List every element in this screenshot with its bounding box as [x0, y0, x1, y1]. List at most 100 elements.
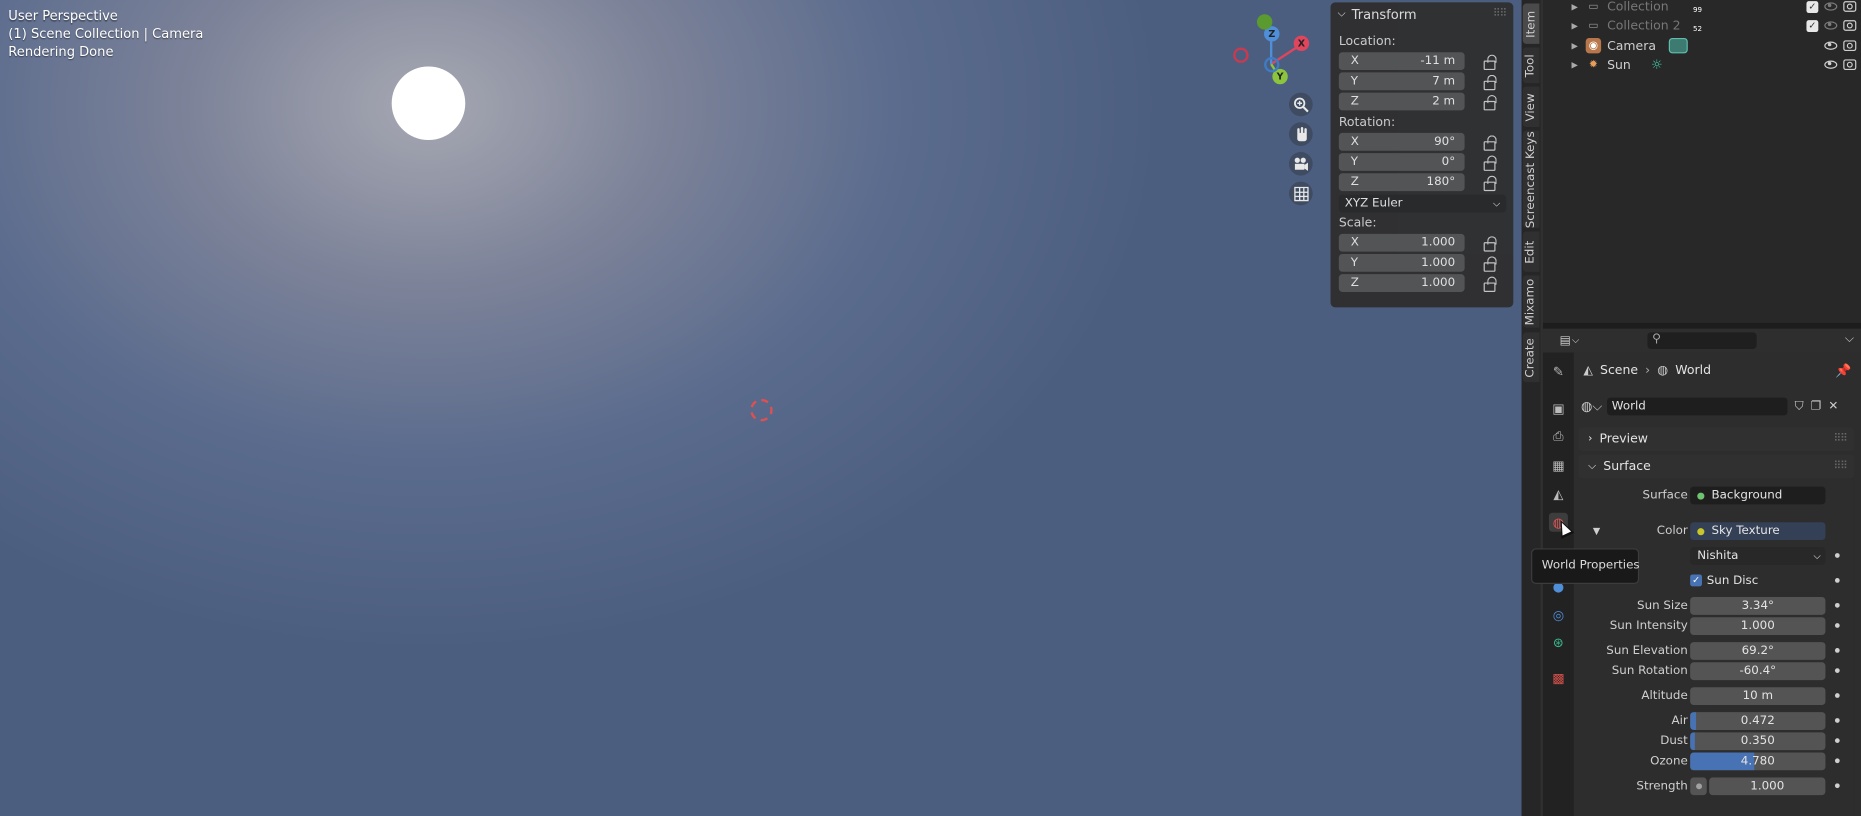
ozone-slider[interactable]: 4.780	[1690, 751, 1826, 770]
drag-handle-icon[interactable]: ⠿⠿	[1493, 8, 1507, 20]
sun-disc-checkbox[interactable]: ✓ Sun Disc	[1690, 574, 1758, 587]
keyframe-dot-icon[interactable]	[1834, 738, 1840, 743]
drag-handle-icon[interactable]: ⠿⠿	[1834, 461, 1848, 473]
dust-slider[interactable]: 0.350	[1690, 731, 1826, 750]
eye-icon[interactable]	[1824, 60, 1838, 69]
tab-create[interactable]: Create	[1522, 332, 1540, 383]
gizmo-neg-z-axis[interactable]	[1264, 56, 1280, 73]
lock-icon[interactable]	[1481, 276, 1497, 292]
outliner-row-sun[interactable]: ▶ ✹ Sun ☼	[1543, 55, 1861, 75]
keyframe-dot-icon[interactable]	[1834, 693, 1840, 698]
scene-properties-icon[interactable]: ◭	[1549, 484, 1568, 503]
tab-item[interactable]: Item	[1522, 3, 1540, 44]
sun-rotation-field[interactable]: -60.4°	[1690, 661, 1826, 680]
air-slider[interactable]: 0.472	[1690, 711, 1826, 730]
tool-properties-icon[interactable]: ✎	[1549, 362, 1568, 381]
keyframe-dot-icon[interactable]	[1834, 623, 1840, 628]
expand-arrow-icon[interactable]: ▶	[1571, 2, 1577, 11]
location-z-field[interactable]: Z 2 m	[1338, 92, 1465, 111]
lock-icon[interactable]	[1481, 256, 1497, 272]
fake-user-shield-icon[interactable]: ⛉	[1795, 400, 1804, 413]
object-data-properties-icon[interactable]: ⊛	[1549, 633, 1568, 652]
outliner-item-name[interactable]: Camera	[1607, 39, 1656, 53]
expand-arrow-icon[interactable]: ▶	[1571, 21, 1577, 30]
camera-render-icon[interactable]	[1843, 59, 1857, 71]
strength-field[interactable]: 1.000	[1709, 776, 1826, 795]
breadcrumb-world[interactable]: World	[1675, 363, 1711, 377]
world-browse-icon[interactable]: ◍⌵	[1581, 398, 1607, 415]
keyframe-dot-icon[interactable]	[1834, 718, 1840, 723]
eye-icon[interactable]	[1824, 21, 1838, 30]
outliner-item-name[interactable]: Sun	[1607, 58, 1631, 72]
rotation-z-field[interactable]: Z 180°	[1338, 173, 1465, 192]
checkbox-checked-icon[interactable]: ✓	[1690, 574, 1703, 587]
eye-icon[interactable]	[1824, 41, 1838, 50]
sky-type-select[interactable]: Nishita ⌵	[1690, 546, 1826, 565]
keyframe-dot-icon[interactable]	[1834, 602, 1840, 608]
lock-icon[interactable]	[1481, 236, 1497, 252]
hand-icon[interactable]	[1288, 122, 1313, 146]
navigation-gizmo[interactable]: X Y Z	[1227, 12, 1317, 88]
tab-tool[interactable]: Tool	[1522, 47, 1540, 84]
zoom-icon[interactable]	[1288, 92, 1313, 117]
sun-data-icon[interactable]: ☼	[1647, 57, 1666, 72]
keyframe-dot-icon[interactable]	[1834, 648, 1840, 653]
keyframe-dot-icon[interactable]	[1834, 668, 1840, 673]
physics-properties-icon[interactable]: ◎	[1549, 605, 1568, 624]
rotation-mode-select[interactable]: XYZ Euler ⌵	[1338, 194, 1507, 213]
location-x-field[interactable]: X -11 m	[1338, 52, 1465, 71]
rotation-y-field[interactable]: Y 0°	[1338, 153, 1465, 171]
lock-icon[interactable]	[1481, 155, 1497, 171]
search-input[interactable]: ⚲	[1647, 332, 1757, 349]
keyframe-dot-icon[interactable]	[1834, 758, 1840, 764]
chevron-down-icon[interactable]: ⌵	[1845, 332, 1854, 345]
camera-render-icon[interactable]	[1843, 40, 1857, 52]
tab-view[interactable]: View	[1522, 86, 1540, 127]
keyframe-dot-icon[interactable]	[1834, 783, 1840, 789]
outliner-item-name[interactable]: Collection	[1607, 0, 1669, 14]
expand-arrow-icon[interactable]: ▼	[1593, 525, 1600, 536]
scale-x-field[interactable]: X 1.000	[1338, 233, 1465, 252]
exclude-checkbox[interactable]: ✓	[1806, 0, 1819, 13]
expand-arrow-icon[interactable]: ▶	[1571, 60, 1577, 69]
close-icon[interactable]: ✕	[1828, 400, 1838, 413]
gizmo-neg-y-axis[interactable]	[1256, 14, 1273, 30]
outliner-row-camera[interactable]: ▶ ◉ Camera	[1543, 36, 1861, 56]
gizmo-neg-x-axis[interactable]	[1233, 47, 1249, 63]
sun-elevation-field[interactable]: 69.2°	[1690, 641, 1826, 660]
outliner-row-collection-2[interactable]: ▶ ▭ Collection 2 52 ✓	[1543, 15, 1861, 35]
sun-size-field[interactable]: 3.34°	[1690, 596, 1826, 615]
outliner-row-collection[interactable]: ▶ ▭ Collection 99 ✓	[1543, 0, 1861, 17]
gizmo-x-axis[interactable]: X	[1293, 35, 1310, 52]
scale-z-field[interactable]: Z 1.000	[1338, 274, 1465, 292]
world-name-field[interactable]: World	[1607, 397, 1788, 416]
lock-icon[interactable]	[1481, 74, 1497, 91]
pin-icon[interactable]: 📌	[1835, 363, 1851, 378]
camera-icon[interactable]	[1288, 151, 1313, 176]
eye-icon[interactable]	[1824, 2, 1838, 11]
duplicate-icon[interactable]: ❐	[1811, 400, 1822, 413]
keyframe-dot-icon[interactable]	[1834, 578, 1840, 583]
lock-icon[interactable]	[1481, 94, 1497, 111]
keyframe-dot-icon[interactable]	[1834, 553, 1840, 558]
grid-icon[interactable]	[1288, 181, 1313, 206]
3d-viewport[interactable]: User Perspective (1) Scene Collection | …	[0, 0, 1522, 816]
lock-icon[interactable]	[1481, 135, 1497, 151]
3d-cursor[interactable]	[750, 398, 773, 422]
expand-arrow-icon[interactable]: ▶	[1571, 41, 1577, 50]
texture-properties-icon[interactable]: ▩	[1549, 668, 1568, 687]
camera-render-icon[interactable]	[1843, 20, 1857, 31]
tab-edit[interactable]: Edit	[1522, 231, 1540, 272]
sun-intensity-field[interactable]: 1.000	[1690, 616, 1826, 635]
output-properties-icon[interactable]: ⎙	[1549, 427, 1568, 446]
lock-icon[interactable]	[1481, 175, 1497, 192]
altitude-field[interactable]: 10 m	[1690, 686, 1826, 705]
editor-type-button[interactable]: ▤ ⌵	[1560, 332, 1588, 349]
transform-panel-header[interactable]: ⌵ Transform ⠿⠿	[1331, 2, 1514, 26]
drag-handle-icon[interactable]: ⠿⠿	[1834, 433, 1848, 445]
outliner-item-name[interactable]: Collection 2	[1607, 18, 1681, 32]
view-layer-properties-icon[interactable]: ▦	[1549, 456, 1568, 475]
lock-icon[interactable]	[1481, 54, 1497, 71]
strength-socket-button[interactable]	[1690, 776, 1707, 795]
surface-panel-header[interactable]: ⌵ Surface ⠿⠿	[1578, 454, 1854, 479]
